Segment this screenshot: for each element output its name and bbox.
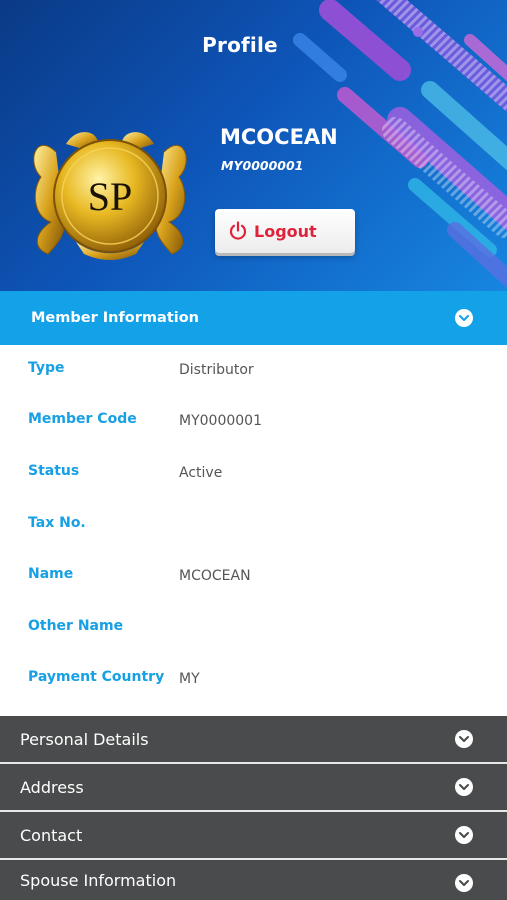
info-row-status: Status Active <box>0 463 507 503</box>
info-value: MCOCEAN <box>179 568 251 584</box>
member-name: MCOCEAN <box>220 125 338 149</box>
page-title: Profile <box>202 33 278 57</box>
section-title: Contact <box>20 825 83 845</box>
logout-label: Logout <box>254 221 317 241</box>
info-label: Other Name <box>28 618 124 634</box>
section-title: Personal Details <box>20 729 149 749</box>
chevron-down-icon[interactable] <box>455 309 473 327</box>
info-label: Name <box>28 566 74 582</box>
info-label: Status <box>28 463 80 479</box>
power-icon <box>229 221 247 240</box>
info-row-name: Name MCOCEAN <box>0 566 507 606</box>
section-address[interactable]: Address <box>0 764 507 810</box>
info-value: MY <box>179 671 200 687</box>
member-information-title: Member Information <box>31 310 200 326</box>
info-row-other-name: Other Name <box>0 618 507 658</box>
logo-text: SP <box>88 174 133 219</box>
sp-crest-logo: SP <box>33 132 187 260</box>
section-title: Address <box>20 777 84 797</box>
info-label: Payment Country <box>28 669 165 685</box>
info-row-tax-no: Tax No. <box>0 515 507 555</box>
member-id: MY0000001 <box>221 158 304 173</box>
info-row-payment-country: Payment Country MY <box>0 669 507 709</box>
info-label: Member Code <box>28 411 137 427</box>
info-row-type: Type Distributor <box>0 360 507 400</box>
section-title: Spouse Information <box>20 870 177 890</box>
info-label: Tax No. <box>28 515 86 531</box>
chevron-down-icon[interactable] <box>455 826 473 844</box>
chevron-down-icon[interactable] <box>455 730 473 748</box>
chevron-down-icon[interactable] <box>455 874 473 892</box>
logout-button[interactable]: Logout <box>215 209 355 253</box>
chevron-down-icon[interactable] <box>455 778 473 796</box>
info-label: Type <box>28 360 65 376</box>
section-personal-details[interactable]: Personal Details <box>0 716 507 762</box>
info-value: Active <box>179 465 223 481</box>
info-row-member-code: Member Code MY0000001 <box>0 411 507 451</box>
info-value: MY0000001 <box>179 413 262 429</box>
info-value: Distributor <box>179 362 254 378</box>
section-spouse-information[interactable]: Spouse Information <box>0 860 507 900</box>
member-information-header[interactable]: Member Information <box>0 291 507 345</box>
section-contact[interactable]: Contact <box>0 812 507 858</box>
profile-header: Profile SP MCOCEAN MY0000001 Logout <box>0 0 507 291</box>
